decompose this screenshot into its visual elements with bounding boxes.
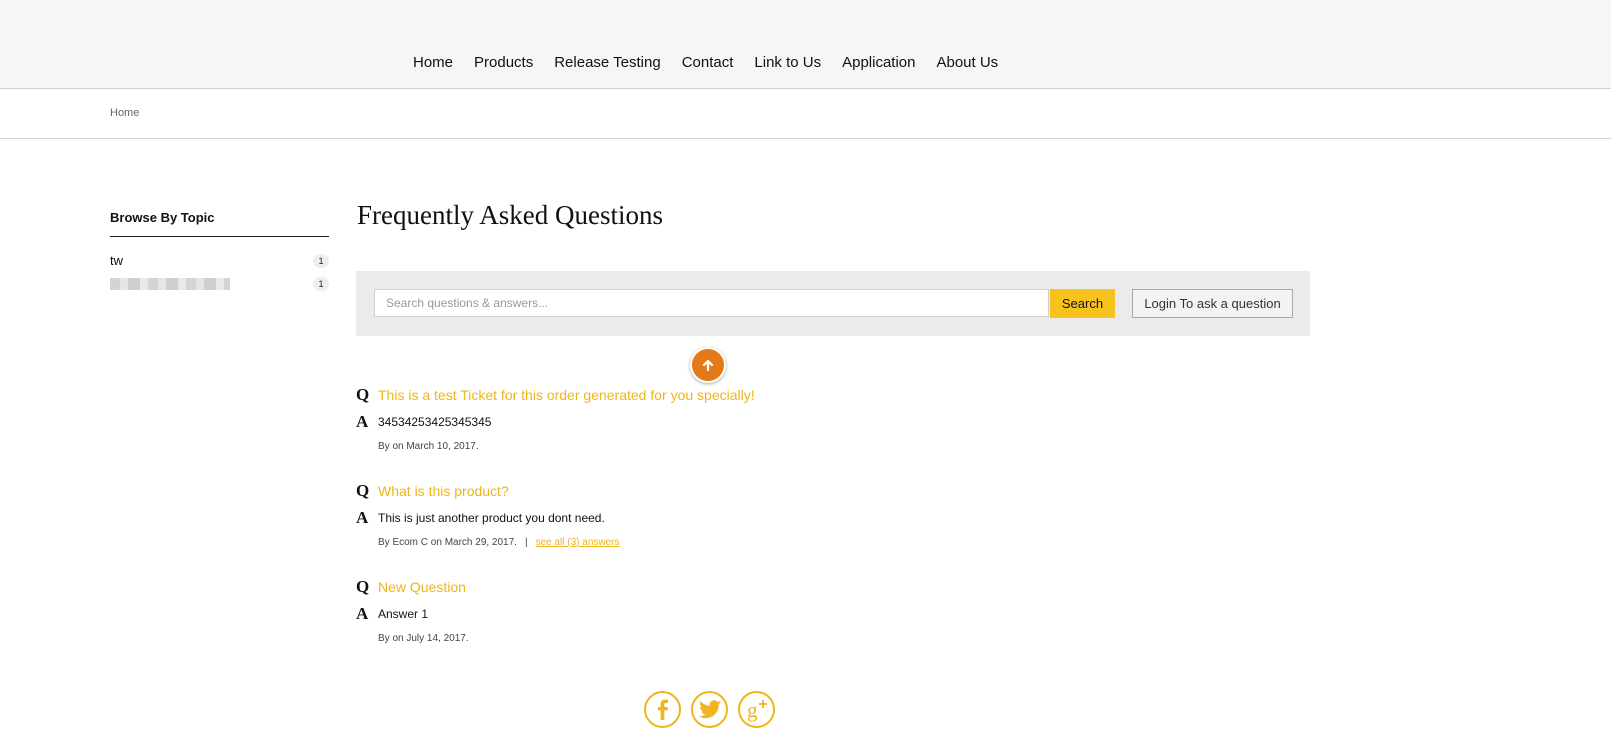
answer-marker: A	[356, 604, 369, 623]
answer-byline: By on March 10, 2017.	[378, 441, 479, 452]
nav-about-us[interactable]: About Us	[936, 54, 998, 71]
topic-count: 1	[313, 253, 329, 268]
search-panel: Search Login To ask a question	[356, 271, 1310, 336]
twitter-icon	[698, 699, 721, 718]
topic-item[interactable]: tw 1	[110, 249, 329, 272]
search-input[interactable]	[374, 289, 1049, 317]
search-button[interactable]: Search	[1050, 289, 1115, 318]
top-header: Home Products Release Testing Contact Li…	[0, 0, 1611, 89]
twitter-button[interactable]	[691, 691, 728, 728]
arrow-up-icon	[702, 359, 714, 372]
page-title: Frequently Asked Questions	[357, 200, 663, 230]
answer-text: Answer 1	[378, 607, 429, 621]
question-marker: Q	[356, 577, 370, 596]
question-link[interactable]: New Question	[378, 579, 466, 595]
nav-home[interactable]: Home	[413, 54, 453, 71]
answer-marker: A	[356, 412, 369, 431]
topic-item[interactable]: 1	[110, 272, 329, 295]
google-plus-icon: g	[747, 698, 767, 722]
topic-label: tw	[110, 253, 123, 268]
see-all-answers-link[interactable]: see all (3) answers	[536, 537, 620, 548]
answer-meta: By on March 10, 2017.	[378, 441, 479, 452]
question-marker: Q	[356, 385, 370, 404]
answer-meta: By on July 14, 2017.	[378, 633, 469, 644]
nav-products[interactable]: Products	[474, 54, 533, 71]
topic-count: 1	[313, 276, 329, 291]
nav-link-to-us[interactable]: Link to Us	[754, 54, 821, 71]
answer-byline: By Ecom C on March 29, 2017.	[378, 537, 517, 548]
question-marker: Q	[356, 481, 370, 500]
scroll-to-top-button[interactable]	[690, 347, 726, 383]
answer-meta: By Ecom C on March 29, 2017. | see all (3)…	[378, 537, 620, 548]
nav-contact[interactable]: Contact	[682, 54, 734, 71]
question-link[interactable]: What is this product?	[378, 483, 509, 499]
breadcrumb-bar: Home	[0, 89, 1611, 139]
svg-text:g: g	[747, 698, 758, 722]
faq-list: Q This is a test Ticket for this order g…	[356, 385, 916, 673]
facebook-button[interactable]	[644, 691, 681, 728]
sidebar-title: Browse By Topic	[110, 210, 329, 237]
google-plus-button[interactable]: g	[738, 691, 775, 728]
answer-marker: A	[356, 508, 369, 527]
question-link[interactable]: This is a test Ticket for this order gen…	[378, 387, 755, 403]
faq-item: Q What is this product? A This is just a…	[356, 481, 916, 577]
main-nav: Home Products Release Testing Contact Li…	[413, 54, 998, 71]
breadcrumb-home[interactable]: Home	[110, 107, 139, 119]
nav-release-testing[interactable]: Release Testing	[554, 54, 660, 71]
topic-label-redacted	[110, 277, 230, 290]
answer-text: 34534253425345345	[378, 415, 492, 429]
nav-application[interactable]: Application	[842, 54, 915, 71]
social-links: g	[644, 691, 775, 728]
faq-item: Q New Question A Answer 1 By on July 14,…	[356, 577, 916, 673]
meta-separator: |	[524, 537, 528, 548]
answer-byline: By on July 14, 2017.	[378, 633, 469, 644]
answer-text: This is just another product you dont ne…	[378, 511, 605, 525]
login-to-ask-button[interactable]: Login To ask a question	[1132, 289, 1293, 318]
faq-item: Q This is a test Ticket for this order g…	[356, 385, 916, 481]
facebook-icon	[657, 699, 668, 720]
sidebar: Browse By Topic tw 1 1	[110, 210, 329, 295]
